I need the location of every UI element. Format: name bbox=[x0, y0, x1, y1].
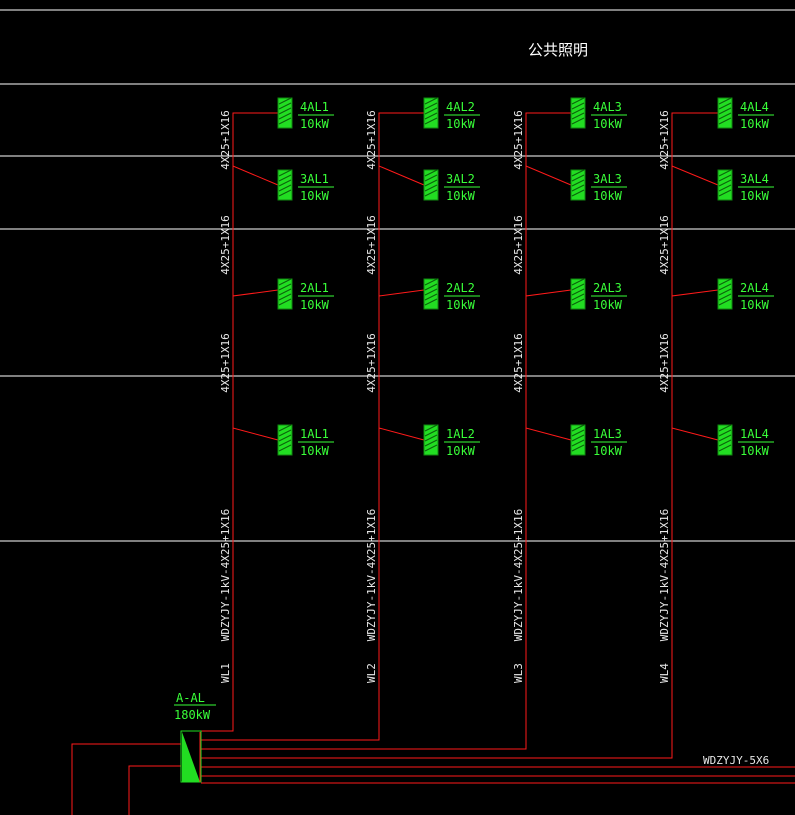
wire-segment bbox=[232, 289, 279, 428]
feeder-cable-label: WDZYJY-5X6 bbox=[703, 754, 769, 767]
distribution-panel[interactable]: 3AL3 10kW bbox=[570, 169, 627, 203]
branch-cable-label: 4X25+1X16 bbox=[512, 333, 525, 393]
distribution-panel[interactable]: 4AL3 10kW bbox=[570, 97, 627, 131]
wire-segment bbox=[378, 165, 425, 296]
distribution-panel[interactable]: 2AL4 10kW bbox=[717, 278, 774, 312]
panel-name: 2AL3 bbox=[593, 281, 622, 295]
panel-name: 4AL4 bbox=[740, 100, 769, 114]
riser-cable-label: WDZYJY-1kV-4X25+1X16 bbox=[658, 509, 671, 641]
wire-segment bbox=[525, 427, 572, 447]
wire-segment bbox=[671, 289, 719, 428]
distribution-panel[interactable]: 4AL1 10kW bbox=[277, 97, 334, 131]
wire-segment bbox=[232, 165, 279, 296]
panel-name: 4AL3 bbox=[593, 100, 622, 114]
branch-cable-label: 4X25+1X16 bbox=[365, 215, 378, 275]
distribution-panel[interactable]: 4AL4 10kW bbox=[717, 97, 774, 131]
riser-diagram-canvas[interactable]: 公共照明 1AL110kW2AL110kW3AL110kW4AL110kW1AL… bbox=[0, 0, 795, 815]
wire-segment bbox=[525, 165, 572, 296]
main-panel-power: 180kW bbox=[174, 708, 211, 722]
circuit-label: WL3 bbox=[512, 663, 525, 683]
panel-name: 1AL2 bbox=[446, 427, 475, 441]
panel-name: 2AL1 bbox=[300, 281, 329, 295]
panel-power: 10kW bbox=[300, 444, 330, 458]
wire-segment bbox=[671, 427, 719, 447]
distribution-panel[interactable]: 2AL1 10kW bbox=[277, 278, 334, 312]
branch-cable-label: 4X25+1X16 bbox=[658, 333, 671, 393]
wire-segment bbox=[201, 447, 673, 759]
distribution-panel[interactable]: 3AL1 10kW bbox=[277, 169, 334, 203]
distribution-panel[interactable]: 2AL2 10kW bbox=[423, 278, 480, 312]
branch-cable-label: 4X25+1X16 bbox=[512, 215, 525, 275]
panel-power: 10kW bbox=[300, 117, 330, 131]
distribution-panel[interactable]: 3AL2 10kW bbox=[423, 169, 480, 203]
wire-segment bbox=[378, 112, 424, 166]
panel-name: 4AL1 bbox=[300, 100, 329, 114]
panel-power: 10kW bbox=[740, 117, 770, 131]
panel-name: 1AL4 bbox=[740, 427, 769, 441]
riser-cable-label: WDZYJY-1kV-4X25+1X16 bbox=[365, 509, 378, 641]
panel-power: 10kW bbox=[740, 444, 770, 458]
diagram-title: 公共照明 bbox=[528, 41, 588, 59]
wire-segment bbox=[378, 289, 425, 428]
panel-name: 1AL3 bbox=[593, 427, 622, 441]
panel-name: 3AL2 bbox=[446, 172, 475, 186]
distribution-panel[interactable]: 4AL2 10kW bbox=[423, 97, 480, 131]
distribution-panel[interactable]: 3AL4 10kW bbox=[717, 169, 774, 203]
wire-segment bbox=[525, 112, 571, 166]
circuit-label: WL1 bbox=[219, 663, 232, 683]
panel-power: 10kW bbox=[446, 298, 476, 312]
branch-cable-label: 4X25+1X16 bbox=[365, 110, 378, 170]
distribution-panel[interactable]: 1AL3 10kW bbox=[570, 424, 627, 458]
distribution-panel[interactable]: 1AL4 10kW bbox=[717, 424, 774, 458]
panel-power: 10kW bbox=[300, 298, 330, 312]
branch-cable-label: 4X25+1X16 bbox=[219, 333, 232, 393]
branch-cable-label: 4X25+1X16 bbox=[658, 110, 671, 170]
panel-power: 10kW bbox=[446, 189, 476, 203]
main-panel-a-al[interactable]: A-AL 180kW bbox=[174, 691, 216, 783]
circuit-label: WL4 bbox=[658, 663, 671, 683]
panel-power: 10kW bbox=[300, 189, 330, 203]
distribution-panel[interactable]: 2AL3 10kW bbox=[570, 278, 627, 312]
panel-name: 4AL2 bbox=[446, 100, 475, 114]
panel-name: 2AL2 bbox=[446, 281, 475, 295]
panel-name: 1AL1 bbox=[300, 427, 329, 441]
branch-cable-label: 4X25+1X16 bbox=[219, 110, 232, 170]
branch-cable-label: 4X25+1X16 bbox=[365, 333, 378, 393]
wire-segment bbox=[232, 427, 279, 447]
riser-cable-label: WDZYJY-1kV-4X25+1X16 bbox=[512, 509, 525, 641]
panel-power: 10kW bbox=[740, 189, 770, 203]
wire-segment bbox=[671, 165, 719, 296]
floor-lines bbox=[0, 9, 795, 542]
panel-power: 10kW bbox=[446, 444, 476, 458]
riser-cable-label: WDZYJY-1kV-4X25+1X16 bbox=[219, 509, 232, 641]
wire-segment bbox=[378, 427, 425, 447]
wire-segment bbox=[71, 743, 181, 815]
branch-cable-label: 4X25+1X16 bbox=[658, 215, 671, 275]
panel-power: 10kW bbox=[593, 298, 623, 312]
panel-power: 10kW bbox=[446, 117, 476, 131]
distribution-panel[interactable]: 1AL2 10kW bbox=[423, 424, 480, 458]
main-panel-name: A-AL bbox=[176, 691, 205, 705]
branch-cable-label: 4X25+1X16 bbox=[512, 110, 525, 170]
panel-power: 10kW bbox=[593, 117, 623, 131]
panel-power: 10kW bbox=[740, 298, 770, 312]
circuit-label: WL2 bbox=[365, 663, 378, 683]
panel-name: 3AL1 bbox=[300, 172, 329, 186]
panel-power: 10kW bbox=[593, 444, 623, 458]
panel-name: 3AL3 bbox=[593, 172, 622, 186]
wire-segment bbox=[671, 112, 718, 166]
panel-power: 10kW bbox=[593, 189, 623, 203]
distribution-panel[interactable]: 1AL1 10kW bbox=[277, 424, 334, 458]
wire-segment bbox=[201, 447, 527, 750]
wire-segment bbox=[525, 289, 572, 428]
panel-name: 3AL4 bbox=[740, 172, 769, 186]
wire-segment bbox=[232, 112, 278, 166]
panel-name: 2AL4 bbox=[740, 281, 769, 295]
wire-segment bbox=[128, 765, 181, 815]
branch-cable-label: 4X25+1X16 bbox=[219, 215, 232, 275]
